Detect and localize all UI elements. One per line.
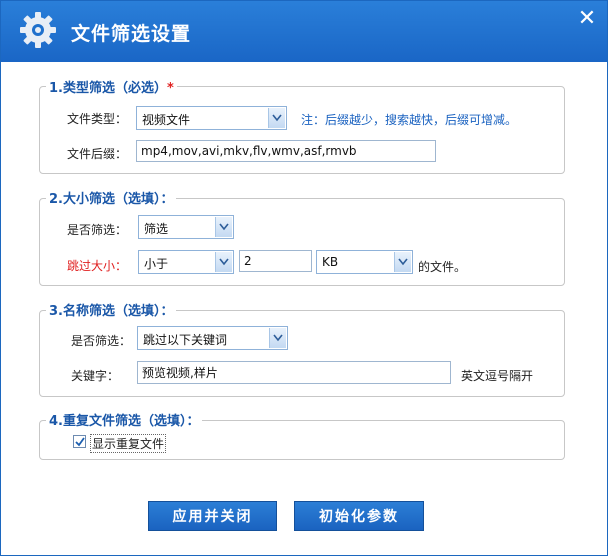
size-comparator-select[interactable]: 小于	[138, 250, 234, 274]
name-filter-legend: 3.名称筛选（选填）：	[46, 300, 177, 319]
chevron-down-icon	[215, 252, 232, 272]
checkmark-icon	[75, 437, 85, 447]
file-filter-dialog: 文件筛选设置 ✕ 1.类型筛选（必选）* 文件类型： 视频文件 注：后缀越少，搜…	[0, 0, 608, 556]
gear-icon	[20, 12, 56, 48]
chevron-down-icon	[215, 217, 232, 237]
size-value-input[interactable]	[239, 250, 312, 272]
reset-params-button[interactable]: 初始化参数	[294, 501, 424, 531]
dup-filter-legend: 4.重复文件筛选（选填）：	[46, 410, 203, 429]
size-unit-select[interactable]: KB	[316, 250, 413, 274]
chevron-down-icon	[394, 252, 411, 272]
size-unit-value: KB	[322, 255, 339, 269]
file-type-label: 文件类型：	[67, 112, 128, 126]
required-mark: *	[166, 81, 174, 96]
size-enable-value: 筛选	[144, 222, 169, 236]
suffix-label: 文件后缀：	[67, 147, 128, 161]
keyword-hint: 英文逗号隔开	[461, 369, 534, 383]
name-enable-label: 是否筛选：	[71, 334, 132, 348]
size-filter-legend: 2.大小筛选（选填）：	[46, 188, 177, 207]
keyword-label: 关键字：	[71, 369, 120, 383]
suffix-input[interactable]	[136, 140, 436, 162]
skip-size-label: 跳过大小：	[67, 259, 128, 273]
name-enable-select[interactable]: 跳过以下关键词	[137, 326, 288, 350]
chevron-down-icon	[269, 328, 286, 348]
dialog-title: 文件筛选设置	[71, 23, 192, 45]
title-bar[interactable]: 文件筛选设置 ✕	[1, 1, 607, 62]
suffix-note: 注：后缀越少，搜索越快，后缀可增减。	[301, 113, 518, 127]
size-suffix-text: 的文件。	[418, 260, 467, 274]
keyword-input[interactable]	[137, 361, 451, 384]
type-filter-legend: 1.类型筛选（必选）*	[46, 77, 177, 96]
file-type-select[interactable]: 视频文件	[136, 106, 287, 130]
size-enable-label: 是否筛选：	[67, 223, 128, 237]
apply-and-close-button[interactable]: 应用并关闭	[148, 501, 277, 531]
chevron-down-icon	[268, 108, 285, 128]
close-icon[interactable]: ✕	[575, 8, 599, 32]
file-type-value: 视频文件	[142, 113, 191, 127]
name-enable-value: 跳过以下关键词	[143, 333, 228, 347]
size-comparator-value: 小于	[144, 257, 169, 271]
show-duplicates-label[interactable]: 显示重复文件	[90, 434, 167, 453]
show-duplicates-checkbox[interactable]	[73, 435, 86, 448]
size-enable-select[interactable]: 筛选	[138, 215, 234, 239]
